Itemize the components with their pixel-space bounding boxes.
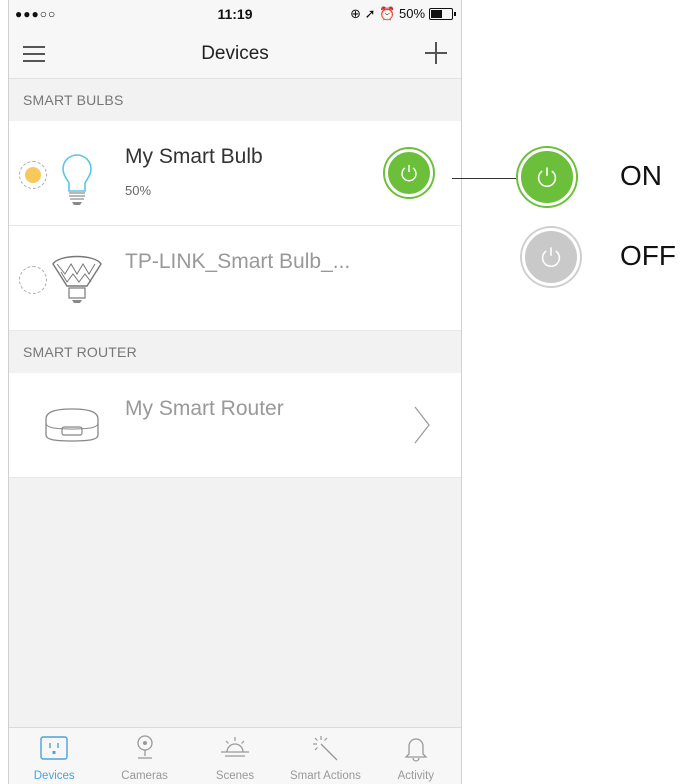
power-toggle-button-on[interactable] (385, 149, 433, 197)
power-icon (401, 165, 417, 182)
tab-label: Devices (33, 770, 75, 782)
sunrise-icon (221, 737, 250, 757)
device-row-my-smart-bulb[interactable]: My Smart Bulb 50% (9, 121, 461, 226)
device-name: My Smart Router (125, 397, 284, 420)
legend-power-on-icon (518, 148, 576, 206)
tab-scenes[interactable]: Scenes (190, 728, 280, 784)
router-icon (45, 408, 99, 442)
lightbulb-icon (62, 154, 92, 205)
bell-icon (404, 738, 428, 762)
nav-bar: Devices (9, 30, 461, 79)
legend-power-off-icon (522, 228, 580, 286)
brightness-indicator-icon (19, 266, 47, 294)
flood-bulb-icon (52, 255, 102, 303)
brightness-indicator-icon (19, 161, 47, 189)
tab-activity[interactable]: Activity (371, 728, 461, 784)
tab-label: Activity (397, 770, 435, 782)
tab-label: Cameras (121, 770, 168, 782)
add-device-icon[interactable] (425, 42, 447, 64)
camera-icon (136, 735, 153, 759)
legend-off-label: OFF (620, 240, 676, 271)
legend-on-label: ON (620, 160, 662, 191)
status-bar: ●●●○○ 11:19 ⊕ ➚ ⏰ 50% (9, 0, 461, 30)
phone-screen: ●●●○○ 11:19 ⊕ ➚ ⏰ 50% Devices SMART BULB… (8, 0, 462, 784)
device-brightness: 50% (125, 183, 152, 198)
tab-bar: Devices Cameras Scenes Smart Actions Act… (9, 727, 461, 784)
device-name: My Smart Bulb (125, 145, 263, 168)
chevron-right-icon[interactable] (413, 405, 431, 445)
device-name: TP-LINK_Smart Bulb_... (125, 250, 351, 273)
device-row-my-smart-router[interactable]: My Smart Router (9, 373, 461, 478)
section-header-smart-bulbs: SMART BULBS (9, 79, 461, 121)
status-indicators: ⊕ ➚ ⏰ 50% (350, 6, 425, 21)
device-row-tp-link-smart-bulb[interactable]: TP-LINK_Smart Bulb_... (9, 226, 461, 331)
status-right: ⊕ ➚ ⏰ 50% (350, 6, 456, 22)
magic-wand-icon (313, 736, 338, 761)
tab-cameras[interactable]: Cameras (99, 728, 189, 784)
battery-icon (429, 8, 456, 20)
section-header-smart-router: SMART ROUTER (9, 331, 461, 373)
tab-devices[interactable]: Devices (9, 728, 99, 784)
page-title: Devices (201, 43, 269, 64)
tab-label: Scenes (215, 770, 255, 782)
callout-line (452, 178, 516, 179)
tab-label: Smart Actions (289, 770, 361, 782)
tab-smart-actions[interactable]: Smart Actions (280, 728, 370, 784)
outlet-icon (40, 736, 68, 760)
